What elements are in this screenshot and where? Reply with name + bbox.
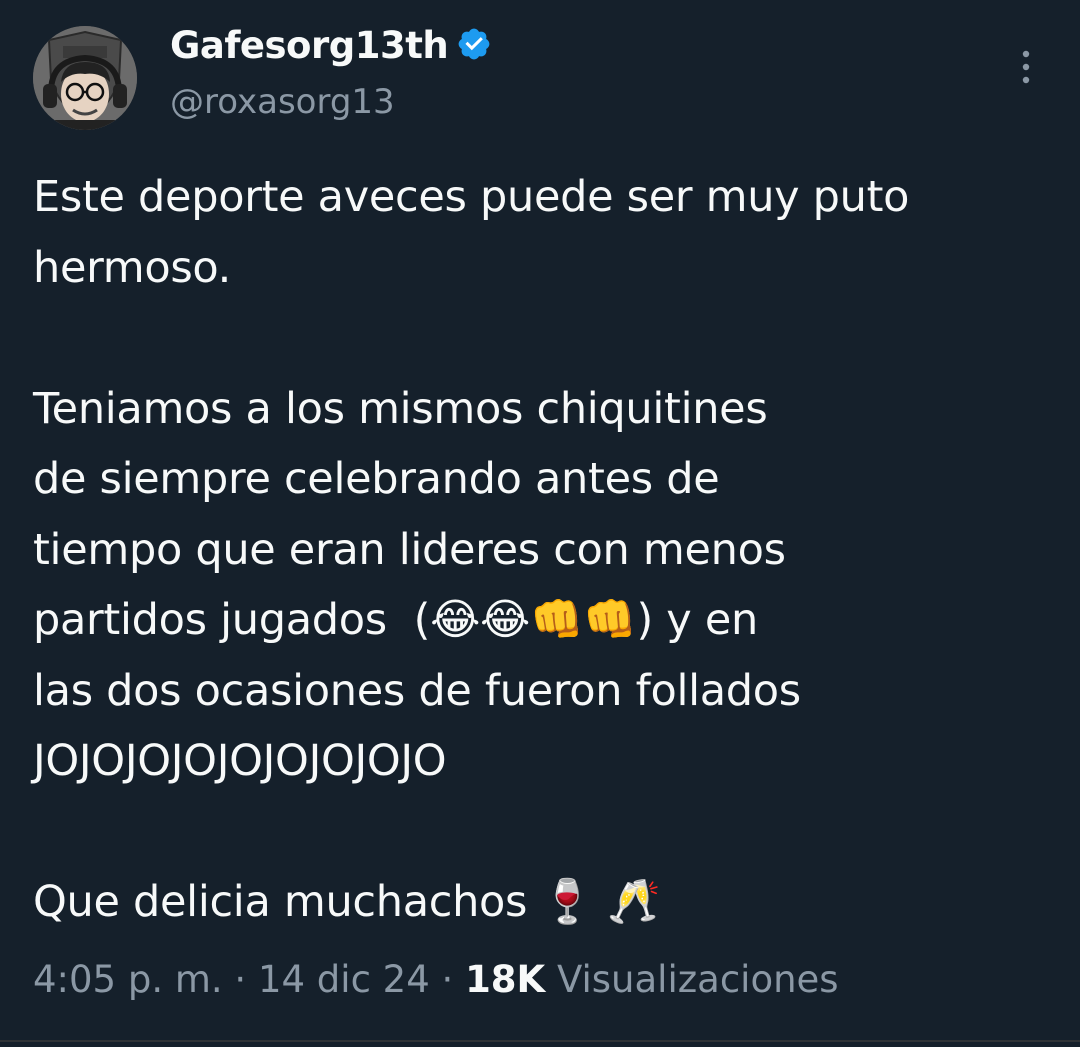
tweet-date[interactable]: 14 dic 24	[258, 958, 430, 1001]
meta-separator: ·	[222, 958, 258, 1001]
verified-badge-icon	[458, 28, 490, 60]
tweet: Gafesorg13th @roxasorg13 Este deporte av…	[0, 0, 1080, 1047]
tweet-text: Este deporte aveces puede ser muy puto h…	[33, 162, 1063, 938]
tweet-trailing-emoji: 🍷 🥂	[540, 877, 661, 927]
divider	[0, 1040, 1080, 1042]
avatar[interactable]	[33, 26, 137, 130]
author-handle[interactable]: @roxasorg13	[170, 82, 395, 122]
more-options-icon[interactable]	[1008, 44, 1044, 92]
tweet-time[interactable]: 4:05 p. m.	[33, 958, 223, 1001]
tweet-text-part1: Este deporte aveces puede ser muy puto h…	[33, 172, 910, 645]
meta-separator: ·	[429, 958, 466, 1001]
avatar-image	[33, 26, 137, 130]
author-name-text: Gafesorg13th	[170, 24, 449, 67]
tweet-emoji-group: 😂😂👊👊	[430, 595, 637, 645]
views-label[interactable]: Visualizaciones	[545, 958, 839, 1001]
author-display-name[interactable]: Gafesorg13th	[170, 24, 492, 67]
views-count[interactable]: 18K	[465, 958, 545, 1001]
tweet-meta: 4:05 p. m. · 14 dic 24 · 18K Visualizaci…	[33, 958, 839, 1001]
